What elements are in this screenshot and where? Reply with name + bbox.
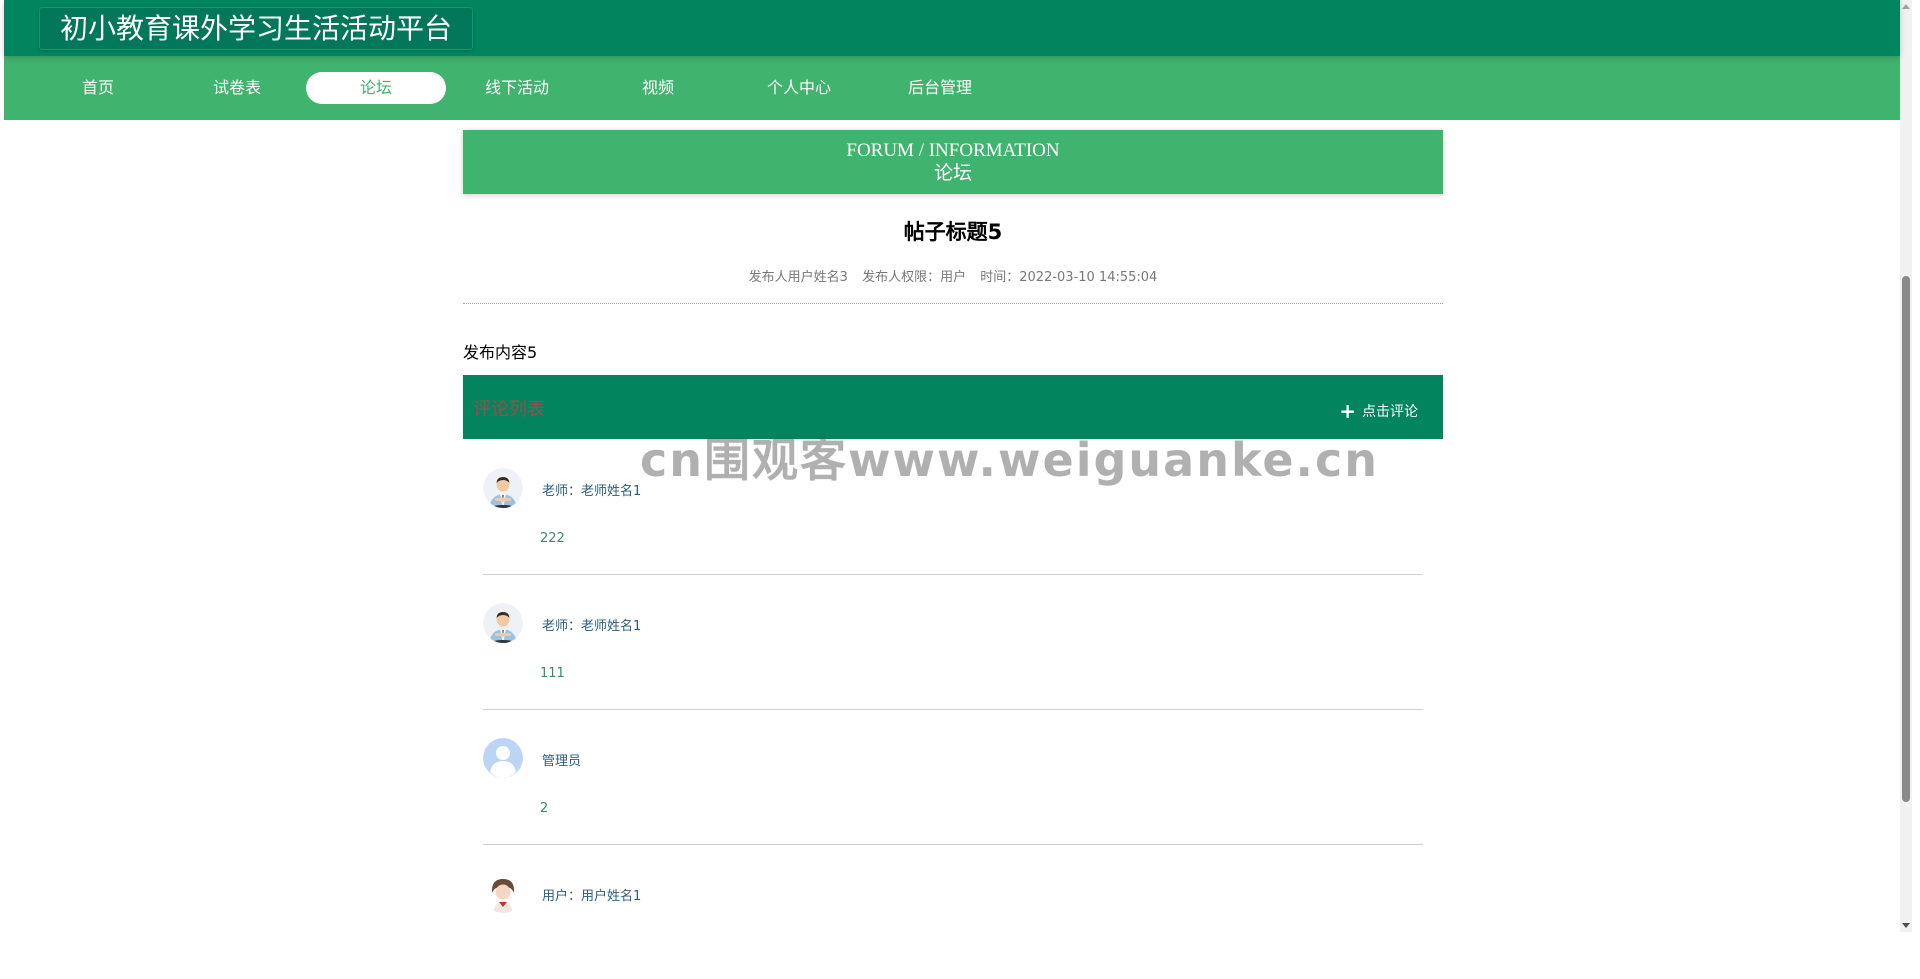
post-role: 发布人权限：用户: [862, 270, 967, 285]
comment-author: 老师：老师姓名1: [542, 619, 642, 634]
post-time: 时间：2022-03-10 14:55:04: [980, 270, 1158, 285]
top-header: 初小教育课外学习生活活动平台: [4, 0, 1900, 56]
meta-divider: [463, 303, 1443, 304]
site-title[interactable]: 初小教育课外学习生活活动平台: [39, 7, 474, 50]
teacher-avatar-icon: [483, 468, 523, 508]
comment-author: 用户：用户姓名1: [542, 889, 642, 904]
default-avatar-icon: [483, 738, 523, 778]
comment-author: 管理员: [542, 754, 582, 769]
user-avatar-icon: [483, 873, 523, 913]
comment-item: 管理员 2: [483, 710, 1423, 845]
comment-item: 老师：老师姓名1 111: [483, 575, 1423, 710]
nav-item-admin[interactable]: 后台管理: [870, 72, 1010, 104]
comment-text: 222: [540, 531, 565, 546]
comment-item: 用户：用户姓名1: [483, 845, 1423, 979]
scroll-up-icon[interactable]: [1902, 4, 1910, 9]
add-comment-button[interactable]: + 点击评论: [1339, 399, 1418, 423]
post-author: 发布人用户姓名3: [748, 270, 848, 285]
nav-item-video[interactable]: 视频: [588, 72, 728, 104]
forum-banner: FORUM / INFORMATION 论坛: [463, 130, 1443, 194]
banner-chinese-title: 论坛: [933, 163, 972, 184]
banner-english-title: FORUM / INFORMATION: [846, 140, 1060, 161]
nav-item-home[interactable]: 首页: [28, 72, 168, 104]
watermark: cn围观客www.weiguanke.cn: [640, 433, 1380, 487]
post-meta: 发布人用户姓名3 发布人权限：用户 时间：2022-03-10 14:55:04: [463, 266, 1443, 285]
nav-item-forum[interactable]: 论坛: [306, 72, 446, 104]
nav-item-exam[interactable]: 试卷表: [167, 72, 307, 104]
nav-bar: 首页 试卷表 论坛 线下活动 视频 个人中心 后台管理: [4, 56, 1900, 120]
scrollbar-thumb[interactable]: [1902, 276, 1910, 802]
main-content: FORUM / INFORMATION 论坛 帖子标题5 发布人用户姓名3 发布…: [463, 120, 1443, 932]
comment-author: 老师：老师姓名1: [542, 484, 642, 499]
nav-item-personal-center[interactable]: 个人中心: [729, 72, 869, 104]
comment-text: 2: [540, 801, 549, 816]
comments-list: 老师：老师姓名1 222 老师：老师姓名1 111 管理员 2 用户：用户姓名1: [483, 440, 1423, 979]
comment-text: 111: [540, 666, 565, 681]
comments-title: 评论列表: [473, 399, 545, 420]
post-title: 帖子标题5: [903, 220, 1003, 244]
nav-item-offline-activity[interactable]: 线下活动: [447, 72, 587, 104]
add-comment-label: 点击评论: [1362, 404, 1418, 420]
scroll-down-icon[interactable]: [1902, 923, 1910, 928]
vertical-scrollbar[interactable]: [1900, 0, 1912, 932]
plus-icon: +: [1339, 399, 1356, 423]
teacher-avatar-icon: [483, 603, 523, 643]
post-content: 发布内容5: [463, 343, 538, 362]
